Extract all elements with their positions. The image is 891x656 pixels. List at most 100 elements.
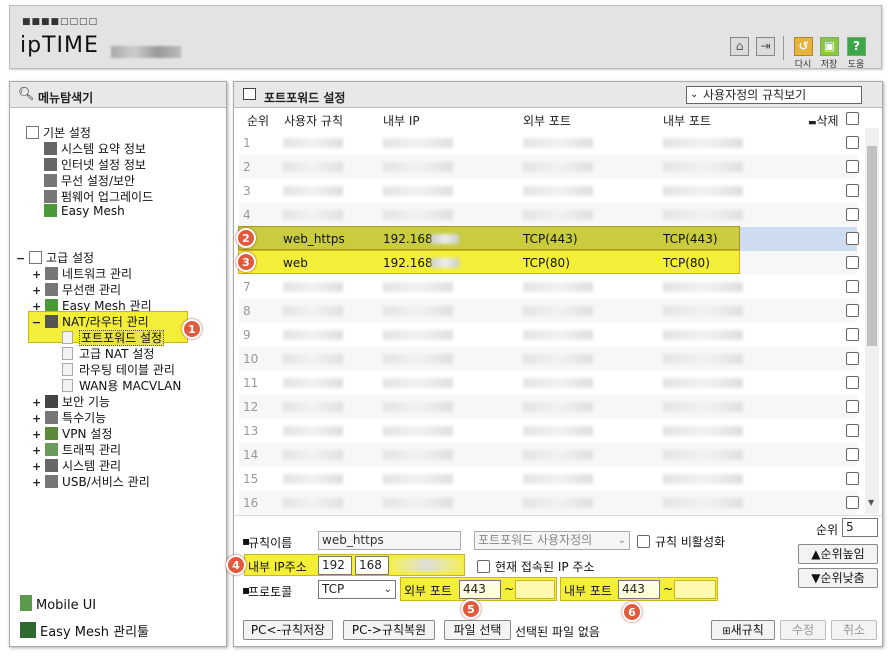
table-row[interactable]: 15 <box>239 467 859 491</box>
home-icon[interactable]: ⌂ <box>730 37 749 56</box>
delete-checkbox[interactable] <box>846 160 859 173</box>
sidebar-header: 🔍︎ 메뉴탐색기 <box>10 82 226 108</box>
sidebar-item-vpn[interactable]: + VPN 설정 <box>32 425 112 442</box>
redacted-cell <box>383 354 453 364</box>
tree-basic-settings[interactable]: 기본 설정 <box>26 124 91 141</box>
sidebar-item-network[interactable]: + 네트워크 관리 <box>32 265 132 282</box>
external-port-start[interactable]: 443 <box>459 580 501 599</box>
modify-button[interactable]: 수정 <box>780 620 826 640</box>
sidebar-item-traffic[interactable]: + 트래픽 관리 <box>32 441 121 458</box>
table-row[interactable]: 2 web_https 192.168 TCP(443) TCP(443) <box>236 226 859 251</box>
internal-port-end[interactable] <box>674 580 716 599</box>
ip-octet-2[interactable]: 168 <box>355 556 389 575</box>
traffic-icon <box>45 443 59 456</box>
delete-checkbox[interactable] <box>846 208 859 221</box>
delete-checkbox[interactable] <box>846 232 859 245</box>
table-row[interactable]: 12 <box>239 395 859 419</box>
delete-checkbox[interactable] <box>846 424 859 437</box>
logout-icon[interactable]: ⇥ <box>756 37 775 56</box>
pc-restore-button[interactable]: PC->규칙복원 <box>343 620 435 640</box>
table-row[interactable]: 16 <box>239 491 859 515</box>
mobile-ui-link[interactable]: Mobile UI <box>20 595 96 613</box>
save-icon[interactable]: ▣ <box>820 37 839 56</box>
delete-checkbox[interactable] <box>846 280 859 293</box>
file-status: 선택된 파일 없음 <box>515 625 600 639</box>
internal-port-start[interactable]: 443 <box>618 580 660 599</box>
plus-icon: ⊞ <box>722 626 731 637</box>
select-all-checkbox[interactable] <box>846 112 859 125</box>
table-row[interactable]: 4 <box>239 203 859 227</box>
table-row[interactable]: 14 <box>239 443 859 467</box>
disable-rule-checkbox[interactable] <box>637 535 650 548</box>
table-row[interactable]: 8 <box>239 299 859 323</box>
delete-checkbox[interactable] <box>846 304 859 317</box>
protocol-select[interactable]: TCP ⌄ <box>318 580 396 599</box>
page-icon <box>62 379 73 392</box>
delete-checkbox[interactable] <box>846 352 859 365</box>
delete-checkbox[interactable] <box>846 256 859 269</box>
tree-advanced-settings[interactable]: − 고급 설정 <box>16 249 94 266</box>
rank-cell: 1 <box>243 136 251 150</box>
table-row[interactable]: 1 <box>239 131 859 155</box>
sidebar-item-nat-router[interactable]: − NAT/라우터 관리 <box>32 313 149 330</box>
pc-save-button[interactable]: PC<-규칙저장 <box>243 620 333 640</box>
scrollbar[interactable]: ▼ <box>865 128 879 514</box>
sidebar-item-system-summary[interactable]: 시스템 요약 정보 <box>44 140 146 157</box>
table-row[interactable]: 9 <box>239 323 859 347</box>
delete-checkbox[interactable] <box>846 136 859 149</box>
sidebar-item-routing-table[interactable]: 라우팅 테이블 관리 <box>62 361 175 378</box>
help-icon[interactable]: ? <box>847 37 866 56</box>
table-row[interactable]: 11 <box>239 371 859 395</box>
easy-mesh-tool-link[interactable]: Easy Mesh 관리툴 <box>20 621 149 640</box>
usb-icon <box>45 475 59 488</box>
redacted-cell <box>663 378 743 388</box>
sidebar-item-special[interactable]: + 특수기능 <box>32 409 106 426</box>
rule-name-input[interactable]: web_https <box>318 531 461 550</box>
sidebar-item-usb-service[interactable]: + USB/서비스 관리 <box>32 473 150 490</box>
delete-checkbox[interactable] <box>846 184 859 197</box>
sidebar-item-system[interactable]: + 시스템 관리 <box>32 457 121 474</box>
sidebar-item-wan-macvlan[interactable]: WAN용 MACVLAN <box>62 377 181 394</box>
rule-view-select[interactable]: ⌄ 사용자정의 규칙보기 <box>686 86 862 104</box>
delete-checkbox[interactable] <box>846 496 859 509</box>
panel-title: 포트포워드 설정 <box>264 91 346 105</box>
rule-type-select[interactable]: 포트포워드 사용자정의 ⌄ <box>474 531 630 550</box>
table-row[interactable]: 3 <box>239 179 859 203</box>
sidebar-item-advanced-nat[interactable]: 고급 NAT 설정 <box>62 345 154 362</box>
rank-input[interactable]: 5 <box>842 518 878 537</box>
cancel-button[interactable]: 취소 <box>831 620 877 640</box>
scroll-down-icon[interactable]: ▼ <box>868 498 874 507</box>
scroll-thumb[interactable] <box>867 146 877 346</box>
ip-octet-1[interactable]: 192 <box>318 556 352 575</box>
col-user-rule: 사용자 규칙 <box>284 114 344 128</box>
rank-down-button[interactable]: ▼순위낮춤 <box>798 568 878 588</box>
file-select-button[interactable]: 파일 선택 <box>444 620 511 640</box>
sidebar-item-security[interactable]: + 보안 기능 <box>32 393 110 410</box>
sidebar-item-wireless-security[interactable]: 무선 설정/보안 <box>44 172 135 189</box>
new-rule-button[interactable]: ⊞새규칙 <box>711 620 775 640</box>
rank-cell: 14 <box>243 448 259 462</box>
table-row[interactable]: 13 <box>239 419 859 443</box>
rank-up-button[interactable]: ▲순위높임 <box>798 544 878 564</box>
external-port-end[interactable] <box>515 580 555 599</box>
current-ip-checkbox[interactable] <box>477 560 490 573</box>
delete-checkbox[interactable] <box>846 328 859 341</box>
table-row[interactable]: 2 <box>239 155 859 179</box>
redacted-cell <box>663 162 743 172</box>
table-row[interactable]: 7 <box>239 275 859 299</box>
delete-checkbox[interactable] <box>846 400 859 413</box>
sidebar-item-firmware-upgrade[interactable]: 펌웨어 업그레이드 <box>44 188 153 205</box>
table-row[interactable]: 10 <box>239 347 859 371</box>
sidebar-item-easy-mesh[interactable]: Easy Mesh <box>44 204 125 218</box>
sidebar-item-wireless[interactable]: + 무선랜 관리 <box>32 281 121 298</box>
refresh-icon[interactable]: ↺ <box>794 37 813 56</box>
delete-checkbox[interactable] <box>846 472 859 485</box>
delete-checkbox[interactable] <box>846 376 859 389</box>
page-icon <box>62 347 73 360</box>
annotation-badge-6: 6 <box>622 602 642 622</box>
sidebar-item-port-forward[interactable]: 포트포워드 설정 <box>62 329 165 346</box>
table-row[interactable]: 3 web 192.168 TCP(80) TCP(80) <box>236 250 859 275</box>
sidebar-item-internet-info[interactable]: 인터넷 설정 정보 <box>44 156 146 173</box>
page-icon <box>62 363 73 376</box>
delete-checkbox[interactable] <box>846 448 859 461</box>
